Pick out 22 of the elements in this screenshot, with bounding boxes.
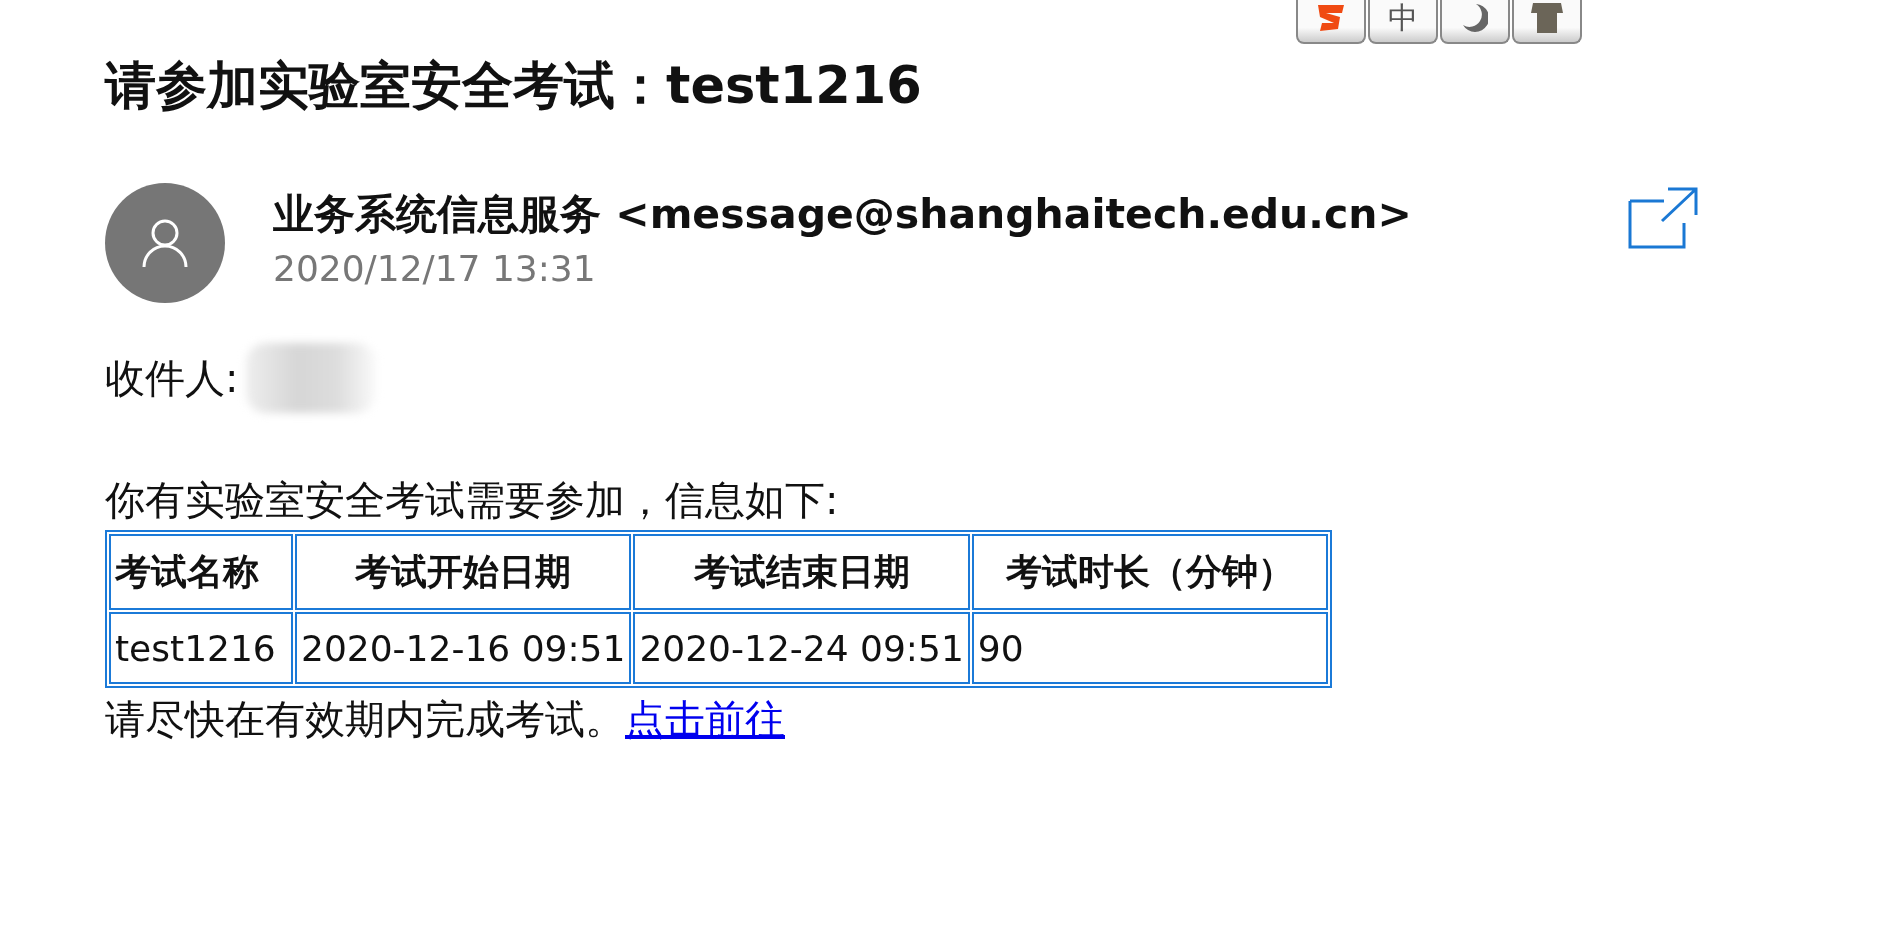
email-subject: 请参加实验室安全考试：test1216 [105, 55, 923, 117]
column-header: 考试结束日期 [633, 534, 970, 610]
sent-date: 2020/12/17 13:31 [273, 248, 597, 289]
toolbar-button[interactable] [1296, 0, 1366, 44]
moon-icon [1462, 3, 1488, 33]
column-header: 考试开始日期 [295, 534, 632, 610]
popout-icon[interactable] [1628, 187, 1698, 249]
column-header: 考试时长（分钟） [971, 534, 1328, 610]
sender-name: 业务系统信息服务 <message@shanghaitech.edu.cn> [273, 189, 1412, 240]
table-cell: 2020-12-24 09:51 [633, 612, 970, 684]
go-link[interactable]: 点击前往 [625, 696, 785, 742]
column-header: 考试名称 [109, 534, 293, 610]
toolbar-button[interactable] [1440, 0, 1510, 44]
table-cell: 2020-12-16 09:51 [295, 612, 632, 684]
table-cell: 90 [971, 612, 1328, 684]
ime-button[interactable]: 中 [1368, 0, 1438, 44]
recipient-label: 收件人: [105, 353, 239, 403]
shirt-icon [1529, 3, 1565, 33]
table-cell: test1216 [109, 612, 293, 684]
toolbar-button[interactable] [1512, 0, 1582, 44]
footer-text: 请尽快在有效期内完成考试。点击前往 [105, 695, 786, 744]
intro-text: 你有实验室安全考试需要参加，信息如下: [105, 476, 840, 525]
